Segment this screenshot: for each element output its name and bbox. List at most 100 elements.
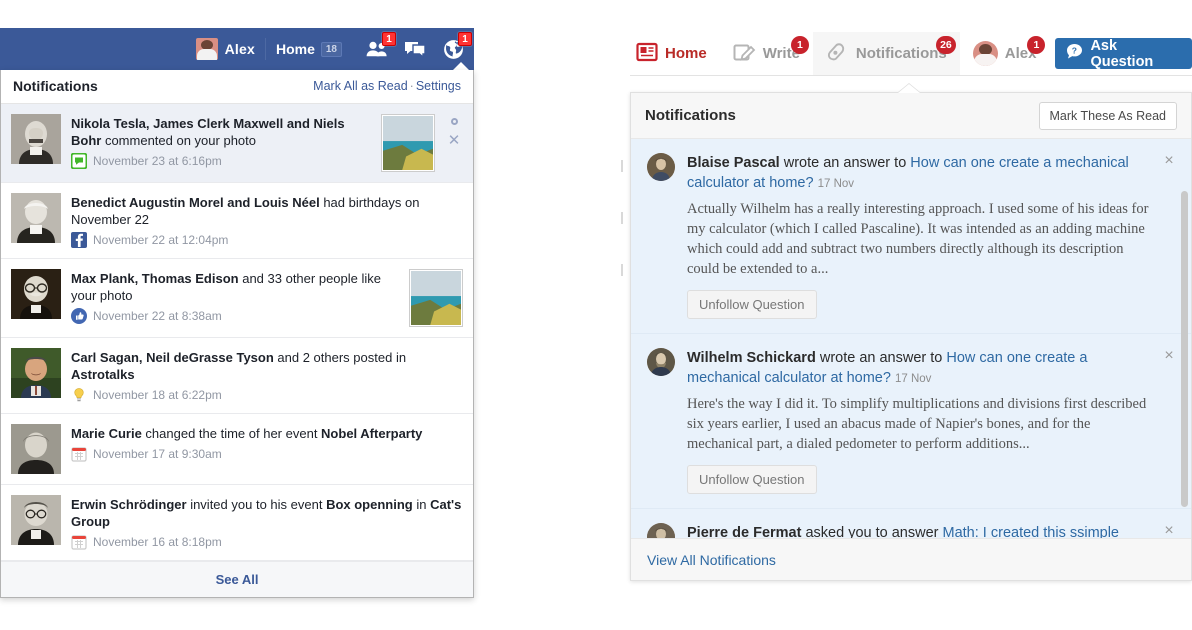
- notification-text: Max Plank, Thomas Edison and 33 other pe…: [71, 270, 399, 304]
- notification-body: Wilhelm Schickard wrote an answer to How…: [687, 348, 1151, 494]
- list-item[interactable]: Benedict Augustin Morel and Louis Néel h…: [1, 183, 473, 259]
- close-icon[interactable]: ×: [1161, 153, 1177, 169]
- notification-time: November 23 at 6:16pm: [93, 154, 222, 168]
- quora-navbar: Home Write 1 Notifications 26 Alex 1 ? A…: [630, 32, 1192, 75]
- tab-notifications[interactable]: Notifications 26: [812, 32, 960, 75]
- list-item[interactable]: Carl Sagan, Neil deGrasse Tyson and 2 ot…: [1, 338, 473, 414]
- notification-actors: Carl Sagan, Neil deGrasse Tyson: [71, 350, 274, 365]
- notification-action-tail: in: [412, 497, 431, 512]
- notification-actor: Blaise Pascal: [687, 155, 780, 171]
- close-icon[interactable]: ×: [1161, 348, 1177, 364]
- navbar-divider: [630, 75, 1192, 76]
- quora-notifications-region: Home Write 1 Notifications 26 Alex 1 ? A…: [621, 0, 1192, 630]
- see-all-button[interactable]: See All: [1, 561, 473, 597]
- quora-panel-footer: View All Notifications: [631, 538, 1191, 580]
- ask-question-button[interactable]: ? Ask Question: [1055, 38, 1192, 70]
- calendar-icon: [71, 534, 87, 550]
- list-item[interactable]: Wilhelm Schickard wrote an answer to How…: [631, 334, 1191, 509]
- list-item[interactable]: Pierre de Fermat asked you to answer Mat…: [631, 509, 1191, 539]
- tab-write[interactable]: Write 1: [720, 32, 813, 75]
- notification-meta: November 22 at 12:04pm: [71, 232, 463, 248]
- notification-time: November 17 at 9:30am: [93, 447, 222, 461]
- notification-body: Max Plank, Thomas Edison and 33 other pe…: [71, 269, 399, 324]
- notification-text: Nikola Tesla, James Clerk Maxwell and Ni…: [71, 115, 371, 149]
- notification-text: Carl Sagan, Neil deGrasse Tyson and 2 ot…: [71, 349, 463, 383]
- facebook-panel-actions: Mark All as Read · Settings: [313, 79, 461, 93]
- dropdown-pointer: [898, 84, 920, 93]
- photo-thumbnail[interactable]: [409, 269, 463, 327]
- svg-text:?: ?: [1072, 46, 1077, 56]
- notification-body: Carl Sagan, Neil deGrasse Tyson and 2 ot…: [71, 348, 463, 403]
- avatar: [11, 348, 61, 398]
- notification-action: and 2 others posted in: [273, 350, 407, 365]
- tab-notifications-label: Notifications: [855, 45, 947, 62]
- notification-action: commented on your photo: [101, 133, 256, 148]
- settings-link[interactable]: Settings: [416, 79, 461, 93]
- notification-actor: Wilhelm Schickard: [687, 350, 816, 366]
- photo-thumbnail[interactable]: [381, 114, 435, 172]
- separator: ·: [409, 79, 414, 93]
- notification-actors: Benedict Augustin Morel and Louis Néel: [71, 195, 320, 210]
- tab-home-label: Home: [665, 45, 707, 62]
- notification-text: Pierre de Fermat asked you to answer Mat…: [687, 523, 1151, 539]
- notification-time: November 16 at 8:18pm: [93, 535, 222, 549]
- quora-notifications-panel: Notifications Mark These As Read Blaise …: [630, 92, 1192, 581]
- write-badge: 1: [790, 36, 809, 54]
- list-item[interactable]: Max Plank, Thomas Edison and 33 other pe…: [1, 259, 473, 338]
- unfollow-question-button[interactable]: Unfollow Question: [687, 290, 817, 319]
- notification-meta: November 23 at 6:16pm: [70, 152, 371, 170]
- like-icon: [71, 308, 87, 324]
- options-icon[interactable]: [450, 118, 458, 125]
- friends-icon[interactable]: 1: [364, 32, 396, 61]
- home-icon: [636, 42, 658, 66]
- list-item[interactable]: Marie Curie changed the time of her even…: [1, 414, 473, 485]
- notification-actors: Max Plank, Thomas Edison: [71, 271, 239, 286]
- quora-scrollbar-thumb[interactable]: [1181, 191, 1188, 507]
- avatar: [11, 114, 61, 164]
- facebook-notifications-region: Alex Home 18 1 1 Notifications Mark All …: [0, 28, 474, 598]
- tab-home[interactable]: Home: [630, 32, 720, 75]
- profile-badge: 1: [1027, 36, 1046, 54]
- notification-actors: Marie Curie: [71, 426, 142, 441]
- notification-snippet: Actually Wilhelm has a really interestin…: [687, 201, 1149, 277]
- notifications-badge: 26: [936, 36, 956, 54]
- notification-body: Blaise Pascal wrote an answer to How can…: [687, 153, 1151, 319]
- list-item[interactable]: Erwin Schrödinger invited you to his eve…: [1, 485, 473, 561]
- notification-verb: asked you to answer: [801, 525, 943, 539]
- notification-meta: November 16 at 8:18pm: [71, 534, 463, 550]
- notification-text: Wilhelm Schickard wrote an answer to How…: [687, 348, 1151, 389]
- view-all-notifications-link[interactable]: View All Notifications: [647, 552, 776, 568]
- bell-icon: [826, 41, 849, 67]
- screenshot-root: Alex Home 18 1 1 Notifications Mark All …: [0, 0, 1192, 630]
- globe-badge: 1: [458, 32, 472, 46]
- quora-panel-header: Notifications Mark These As Read: [631, 93, 1191, 139]
- notification-time: November 18 at 6:22pm: [93, 388, 222, 402]
- mark-all-as-read-link[interactable]: Mark All as Read: [313, 79, 407, 93]
- facebook-home-link[interactable]: Home 18: [276, 41, 342, 57]
- notification-actor: Pierre de Fermat: [687, 525, 802, 539]
- notification-meta: November 18 at 6:22pm: [71, 387, 463, 403]
- facebook-user-menu[interactable]: Alex: [195, 38, 266, 60]
- list-item[interactable]: Blaise Pascal wrote an answer to How can…: [631, 139, 1191, 334]
- mark-these-as-read-button[interactable]: Mark These As Read: [1038, 101, 1177, 130]
- facebook-home-label: Home: [275, 41, 315, 57]
- notification-date: 17 Nov: [817, 178, 855, 190]
- tab-profile[interactable]: Alex 1: [960, 32, 1050, 75]
- globe-icon[interactable]: 1: [440, 32, 472, 61]
- question-bubble-icon: ?: [1066, 43, 1083, 64]
- avatar: [647, 523, 675, 539]
- notification-controls: ✕: [445, 114, 463, 148]
- comment-icon: [70, 152, 88, 170]
- friends-badge: 1: [382, 32, 396, 46]
- close-icon[interactable]: ×: [1161, 523, 1177, 539]
- facebook-topbar: Alex Home 18 1 1: [0, 28, 474, 71]
- messenger-icon[interactable]: [402, 37, 428, 61]
- facebook-panel-header: Notifications Mark All as Read · Settings: [1, 70, 473, 104]
- facebook-notification-list: Nikola Tesla, James Clerk Maxwell and Ni…: [1, 104, 473, 561]
- list-item[interactable]: Nikola Tesla, James Clerk Maxwell and Ni…: [1, 104, 473, 183]
- unfollow-question-button[interactable]: Unfollow Question: [687, 465, 817, 494]
- avatar: [647, 348, 675, 376]
- notification-action: changed the time of her event: [141, 426, 322, 441]
- close-icon[interactable]: ✕: [448, 133, 461, 148]
- avatar: [647, 153, 675, 181]
